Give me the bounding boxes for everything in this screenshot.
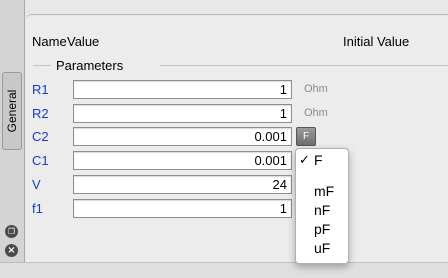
group-divider xyxy=(33,65,51,66)
param-name: R2 xyxy=(32,106,49,121)
close-icon[interactable]: × xyxy=(5,244,18,257)
param-name: V xyxy=(32,177,41,192)
param-unit: Ohm xyxy=(304,83,328,95)
checkmark-icon: ✓ xyxy=(299,153,310,168)
unit-select-button[interactable]: F xyxy=(296,127,316,146)
param-value-input-f1[interactable]: 1 xyxy=(73,199,292,218)
param-row-c2: C2 0.001 F xyxy=(0,127,448,147)
menu-item-label: uF xyxy=(314,240,331,256)
menu-item-label: pF xyxy=(314,221,331,237)
group-title-parameters: Parameters xyxy=(56,58,124,73)
menu-item-label: mF xyxy=(314,183,335,199)
menu-item-nf[interactable]: nF xyxy=(296,201,348,220)
param-value-input-r2[interactable]: 1 xyxy=(73,104,292,123)
param-unit: Ohm xyxy=(304,107,328,119)
group-divider xyxy=(160,65,448,66)
menu-item-uf[interactable]: uF xyxy=(296,239,348,258)
param-name: C1 xyxy=(32,153,49,168)
param-value-input-c2[interactable]: 0.001 xyxy=(73,127,292,146)
param-value-input-v[interactable]: 24 xyxy=(73,175,292,194)
menu-item-label: F xyxy=(314,152,323,168)
param-row-v: V 24 xyxy=(0,175,448,195)
column-header-name: Name xyxy=(32,34,67,49)
param-name: f1 xyxy=(32,201,43,216)
unit-dropdown-menu: ✓ F mF nF pF uF xyxy=(295,148,349,264)
param-name: R1 xyxy=(32,82,49,97)
menu-item-mf[interactable]: mF xyxy=(296,182,348,201)
column-header-initial-value: Initial Value xyxy=(343,34,410,49)
param-row-c1: C1 0.001 xyxy=(0,151,448,171)
bottom-bar xyxy=(0,262,448,278)
menu-item-label: nF xyxy=(314,202,331,218)
menu-item-pf[interactable]: pF xyxy=(296,220,348,239)
column-header-value: Value xyxy=(67,34,100,49)
param-row-r2: R2 1 Ohm xyxy=(0,104,448,124)
detach-icon[interactable]: ❐ xyxy=(5,225,18,238)
param-name: C2 xyxy=(32,129,49,144)
param-value-input-r1[interactable]: 1 xyxy=(73,80,292,99)
param-value-input-c1[interactable]: 0.001 xyxy=(73,151,292,170)
param-row-f1: f1 1 xyxy=(0,199,448,219)
param-row-r1: R1 1 Ohm xyxy=(0,80,448,100)
menu-item-f[interactable]: ✓ F xyxy=(296,151,348,170)
